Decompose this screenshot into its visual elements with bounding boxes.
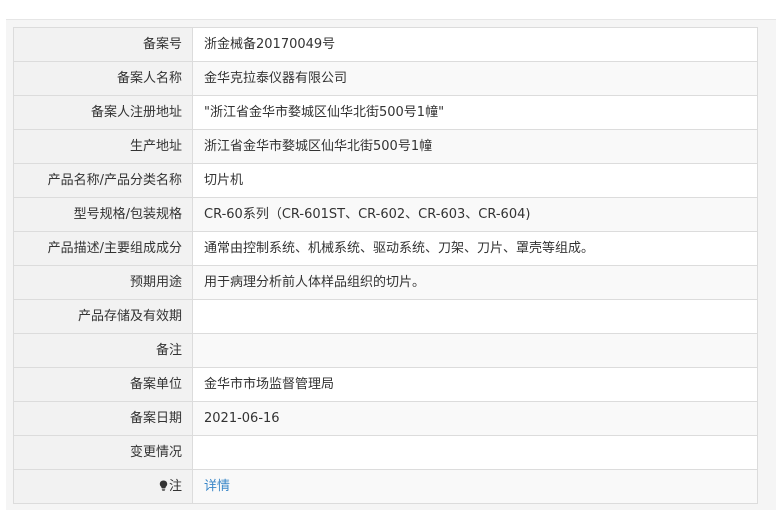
row-label: 备案人名称 (13, 61, 193, 96)
table-row: 生产地址 浙江省金华市婺城区仙华北街500号1幢 (13, 129, 758, 164)
row-label: 备案单位 (13, 367, 193, 402)
row-label: 产品存储及有效期 (13, 299, 193, 334)
table-row: 备案人注册地址 "浙江省金华市婺城区仙华北街500号1幢" (13, 95, 758, 130)
row-value: 用于病理分析前人体样品组织的切片。 (192, 265, 758, 300)
row-label: 变更情况 (13, 435, 193, 470)
row-label: 备案人注册地址 (13, 95, 193, 130)
table-row: 备案单位 金华市市场监督管理局 (13, 367, 758, 402)
lightbulb-icon (159, 471, 168, 491)
row-label: 备案日期 (13, 401, 193, 436)
row-label: 预期用途 (13, 265, 193, 300)
row-value: 金华克拉泰仪器有限公司 (192, 61, 758, 96)
row-value: 切片机 (192, 163, 758, 198)
row-value: 浙江省金华市婺城区仙华北街500号1幢 (192, 129, 758, 164)
row-value (192, 435, 758, 470)
note-label: 注 (168, 479, 182, 494)
row-label: 型号规格/包装规格 (13, 197, 193, 232)
detail-link[interactable]: 详情 (204, 479, 230, 494)
row-label: 生产地址 (13, 129, 193, 164)
note-value-cell: 详情 (192, 469, 758, 504)
row-value (192, 333, 758, 368)
table-row: 产品描述/主要组成成分 通常由控制系统、机械系统、驱动系统、刀架、刀片、罩壳等组… (13, 231, 758, 266)
table-row: 备案号 浙金械备20170049号 (13, 27, 758, 62)
record-table: 备案号 浙金械备20170049号 备案人名称 金华克拉泰仪器有限公司 备案人注… (13, 27, 758, 504)
row-label: 备案号 (13, 27, 193, 62)
row-value: 金华市市场监督管理局 (192, 367, 758, 402)
table-row: 产品存储及有效期 (13, 299, 758, 334)
note-row: 注 详情 (13, 469, 758, 504)
table-row: 型号规格/包装规格 CR-60系列（CR-601ST、CR-602、CR-603… (13, 197, 758, 232)
table-row: 预期用途 用于病理分析前人体样品组织的切片。 (13, 265, 758, 300)
row-label: 备注 (13, 333, 193, 368)
note-label-cell: 注 (13, 469, 193, 504)
table-row: 变更情况 (13, 435, 758, 470)
table-row: 备案日期 2021-06-16 (13, 401, 758, 436)
table-row: 产品名称/产品分类名称 切片机 (13, 163, 758, 198)
row-value: 通常由控制系统、机械系统、驱动系统、刀架、刀片、罩壳等组成。 (192, 231, 758, 266)
row-value: "浙江省金华市婺城区仙华北街500号1幢" (192, 95, 758, 130)
row-label: 产品名称/产品分类名称 (13, 163, 193, 198)
row-value: CR-60系列（CR-601ST、CR-602、CR-603、CR-604) (192, 197, 758, 232)
table-row: 备注 (13, 333, 758, 368)
table-row: 备案人名称 金华克拉泰仪器有限公司 (13, 61, 758, 96)
row-value: 浙金械备20170049号 (192, 27, 758, 62)
row-value (192, 299, 758, 334)
row-value: 2021-06-16 (192, 401, 758, 436)
row-label: 产品描述/主要组成成分 (13, 231, 193, 266)
